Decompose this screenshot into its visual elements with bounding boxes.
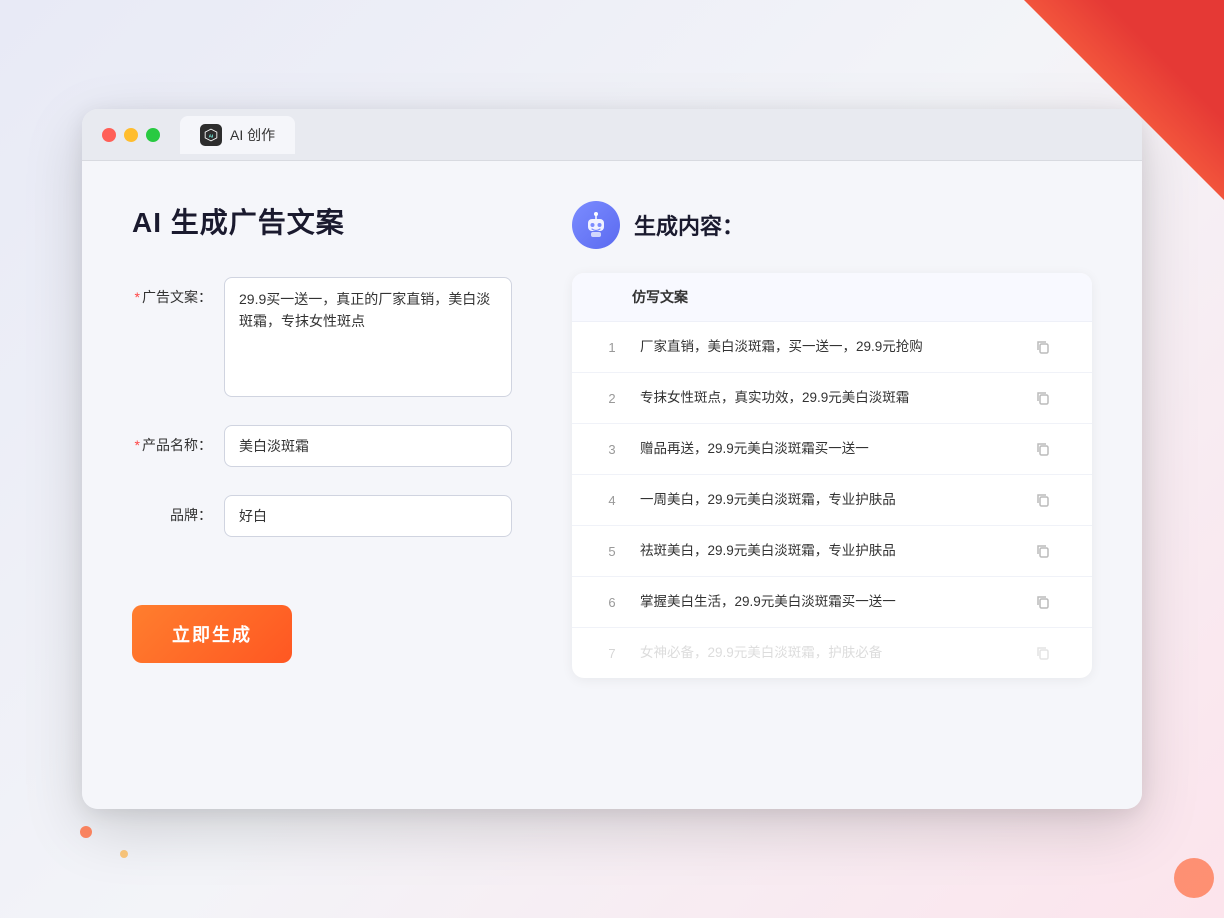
row-text: 掌握美白生活，29.9元美白淡斑霜买一送一 [640, 592, 1024, 612]
browser-window: AI AI 创作 AI 生成广告文案 *广告文案： 29.9买一送一，真正的厂家… [82, 109, 1142, 809]
generate-button[interactable]: 立即生成 [132, 605, 292, 663]
required-star-1: * [135, 289, 140, 305]
product-name-label: *产品名称： [132, 425, 212, 455]
row-number: 1 [592, 340, 632, 355]
brand-label: 品牌： [132, 495, 212, 525]
copy-icon[interactable] [1032, 438, 1054, 460]
table-row: 2 专抹女性斑点，真实功效，29.9元美白淡斑霜 [572, 373, 1092, 424]
table-row: 6 掌握美白生活，29.9元美白淡斑霜买一送一 [572, 577, 1092, 628]
minimize-button[interactable] [124, 128, 138, 142]
row-number: 4 [592, 493, 632, 508]
traffic-lights [102, 128, 160, 142]
row-number: 6 [592, 595, 632, 610]
copy-icon[interactable] [1032, 642, 1054, 664]
dot-decoration-2 [120, 850, 128, 858]
main-content: AI 生成广告文案 *广告文案： 29.9买一送一，真正的厂家直销，美白淡斑霜，… [82, 161, 1142, 809]
tab-label: AI 创作 [230, 125, 275, 145]
copy-icon[interactable] [1032, 336, 1054, 358]
copy-icon[interactable] [1032, 489, 1054, 511]
result-rows-container: 1 厂家直销，美白淡斑霜，买一送一，29.9元抢购 2 专抹女性斑点，真实功效，29… [572, 322, 1092, 678]
row-text: 祛斑美白，29.9元美白淡斑霜，专业护肤品 [640, 541, 1024, 561]
page-title: AI 生成广告文案 [132, 201, 512, 241]
required-star-2: * [135, 437, 140, 453]
row-text: 赠品再送，29.9元美白淡斑霜买一送一 [640, 439, 1024, 459]
table-row: 3 赠品再送，29.9元美白淡斑霜买一送一 [572, 424, 1092, 475]
close-button[interactable] [102, 128, 116, 142]
result-title: 生成内容： [634, 209, 744, 241]
maximize-button[interactable] [146, 128, 160, 142]
copy-icon[interactable] [1032, 540, 1054, 562]
right-panel: 生成内容： 仿写文案 1 厂家直销，美白淡斑霜，买一送一，29.9元抢购 2 专抹女… [572, 201, 1092, 769]
result-box: 仿写文案 1 厂家直销，美白淡斑霜，买一送一，29.9元抢购 2 专抹女性斑点，真实… [572, 273, 1092, 678]
row-text: 厂家直销，美白淡斑霜，买一送一，29.9元抢购 [640, 337, 1024, 357]
corner-dot [1174, 858, 1214, 898]
product-name-field[interactable] [224, 425, 512, 467]
ad-copy-label: *广告文案： [132, 277, 212, 307]
row-number: 7 [592, 646, 632, 661]
row-text: 女神必备，29.9元美白淡斑霜，护肤必备 [640, 643, 1024, 663]
table-row: 7 女神必备，29.9元美白淡斑霜，护肤必备 [572, 628, 1092, 678]
form-group-ad-copy: *广告文案： 29.9买一送一，真正的厂家直销，美白淡斑霜，专抹女性斑点 [132, 277, 512, 397]
result-header: 生成内容： [572, 201, 1092, 249]
table-row: 1 厂家直销，美白淡斑霜，买一送一，29.9元抢购 [572, 322, 1092, 373]
form-group-brand: 品牌： [132, 495, 512, 537]
brand-field[interactable] [224, 495, 512, 537]
form-group-product-name: *产品名称： [132, 425, 512, 467]
ad-copy-field[interactable]: 29.9买一送一，真正的厂家直销，美白淡斑霜，专抹女性斑点 [224, 277, 512, 397]
copy-icon[interactable] [1032, 591, 1054, 613]
copy-icon[interactable] [1032, 387, 1054, 409]
result-table-header: 仿写文案 [572, 273, 1092, 322]
table-row: 5 祛斑美白，29.9元美白淡斑霜，专业护肤品 [572, 526, 1092, 577]
ai-icon: AI [200, 124, 222, 146]
row-number: 2 [592, 391, 632, 406]
row-number: 3 [592, 442, 632, 457]
robot-icon [572, 201, 620, 249]
table-row: 4 一周美白，29.9元美白淡斑霜，专业护肤品 [572, 475, 1092, 526]
row-text: 专抹女性斑点，真实功效，29.9元美白淡斑霜 [640, 388, 1024, 408]
table-col-header: 仿写文案 [632, 287, 1032, 307]
left-panel: AI 生成广告文案 *广告文案： 29.9买一送一，真正的厂家直销，美白淡斑霜，… [132, 201, 512, 769]
svg-text:AI: AI [209, 133, 214, 138]
row-text: 一周美白，29.9元美白淡斑霜，专业护肤品 [640, 490, 1024, 510]
row-number: 5 [592, 544, 632, 559]
dot-decoration-1 [80, 826, 92, 838]
tab-ai-creation[interactable]: AI AI 创作 [180, 116, 295, 154]
title-bar: AI AI 创作 [82, 109, 1142, 161]
